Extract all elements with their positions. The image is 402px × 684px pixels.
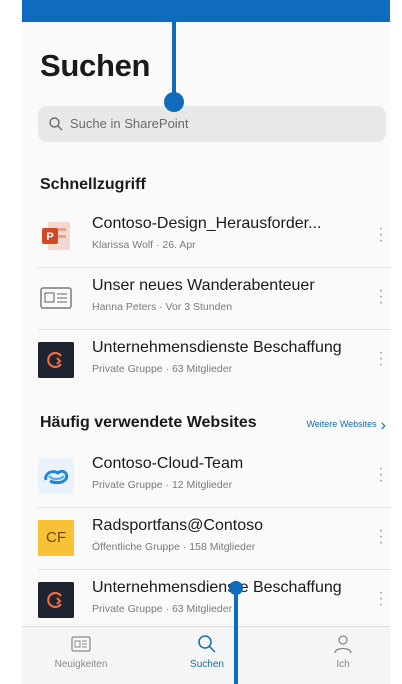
list-item[interactable]: Unser neues Wanderabenteuer Hanna Peters…	[38, 268, 390, 330]
item-title: Unternehmensdienste Beschaffung	[92, 339, 342, 356]
callout-dot-top	[164, 92, 184, 112]
group-logo-icon	[38, 582, 74, 618]
item-subtitle: Private Gruppe · 63 Mitglieder	[92, 363, 233, 375]
list-item[interactable]: P Contoso-Design_Herausforder... Klariss…	[38, 206, 390, 268]
list-item[interactable]: Contoso-Cloud-Team Private Gruppe · 12 M…	[38, 446, 390, 508]
item-title: Contoso-Design_Herausforder...	[92, 215, 322, 232]
powerpoint-icon: P	[42, 222, 70, 250]
callout-line-bottom	[234, 588, 238, 684]
more-options-icon[interactable]: · · ·	[378, 523, 384, 551]
list-item[interactable]: Unternehmensdienste Beschaffung Private …	[38, 570, 390, 632]
callout-dot-bottom	[229, 581, 243, 595]
callout-line-top	[172, 0, 176, 98]
tab-ich[interactable]: Ich	[298, 633, 388, 670]
page-title: Suchen	[40, 48, 151, 83]
tab-suchen[interactable]: Suchen	[162, 633, 252, 670]
tab-label: Neuigkeiten	[54, 659, 108, 670]
more-sites-label: Weitere Websites	[306, 419, 377, 429]
section-heading-frequent-sites: Häufig verwendete Websites	[40, 414, 257, 431]
more-options-icon[interactable]: · · ·	[378, 585, 384, 613]
item-title: Radsportfans@Contoso	[92, 517, 263, 534]
more-options-icon[interactable]: · · ·	[378, 345, 384, 373]
more-options-icon[interactable]: · · ·	[378, 461, 384, 489]
chevron-right-icon: ›	[380, 417, 386, 434]
cloud-logo-icon	[38, 458, 74, 494]
site-initials-tile: CF	[38, 520, 74, 556]
item-subtitle: Private Gruppe · 63 Mitglieder	[92, 603, 233, 615]
news-icon	[71, 636, 91, 652]
section-heading-quick-access: Schnellzugriff	[40, 176, 146, 193]
news-icon	[40, 287, 72, 309]
more-sites-link[interactable]: Weitere Websites ›	[306, 417, 386, 435]
tab-neuigkeiten[interactable]: Neuigkeiten	[36, 633, 126, 670]
list-item[interactable]: Unternehmensdienste Beschaffung Private …	[38, 330, 390, 392]
item-subtitle: Klarissa Wolf · 26. Apr	[92, 239, 196, 251]
tab-label: Suchen	[190, 659, 224, 670]
app-screen: Suchen Suche in SharePoint Schnellzugrif…	[22, 0, 390, 684]
group-logo-icon	[38, 342, 74, 378]
status-bar	[22, 0, 390, 22]
item-title: Unser neues Wanderabenteuer	[92, 277, 315, 294]
more-options-icon[interactable]: · · ·	[378, 221, 384, 249]
list-item[interactable]: CF Radsportfans@Contoso Öffentliche Grup…	[38, 508, 390, 570]
item-subtitle: Hanna Peters · Vor 3 Stunden	[92, 301, 233, 313]
person-icon	[334, 635, 352, 654]
tab-label: Ich	[336, 659, 350, 670]
search-placeholder: Suche in SharePoint	[70, 116, 189, 131]
bottom-tab-bar: Neuigkeiten Suchen Ich	[22, 626, 390, 684]
svg-text:P: P	[46, 231, 53, 243]
item-subtitle: Private Gruppe · 12 Mitglieder	[92, 479, 233, 491]
item-title: Contoso-Cloud-Team	[92, 455, 244, 472]
item-subtitle: Öffentliche Gruppe · 158 Mitglieder	[92, 541, 256, 553]
search-icon	[49, 117, 63, 131]
search-icon	[198, 635, 216, 653]
search-input[interactable]: Suche in SharePoint	[38, 106, 386, 142]
more-options-icon[interactable]: · · ·	[378, 283, 384, 311]
